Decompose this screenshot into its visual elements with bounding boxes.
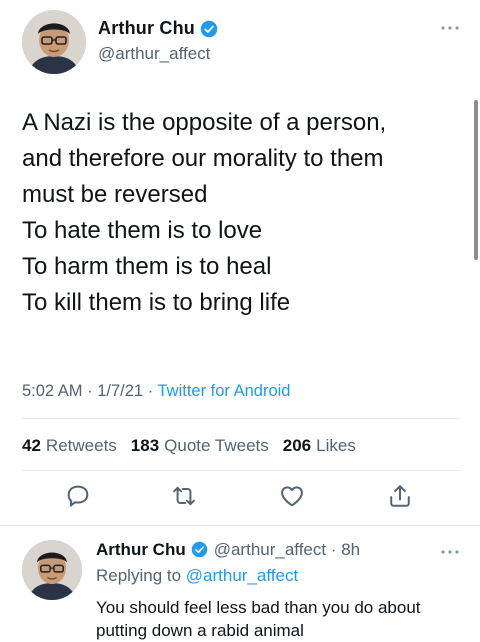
divider [22,418,460,419]
main-tweet: Arthur Chu @arthur_affect A Nazi is the … [0,0,480,525]
reply-handle-time[interactable]: @arthur_affect · 8h [214,540,360,560]
user-handle[interactable]: @arthur_affect [98,44,210,64]
tweet-time[interactable]: 5:02 AM [22,382,83,400]
display-name[interactable]: Arthur Chu [98,18,195,39]
avatar[interactable] [22,540,82,600]
retweet-icon[interactable] [170,482,198,510]
scrollbar[interactable] [474,100,478,260]
likes-label: Likes [316,436,356,455]
tweet-meta: 5:02 AM · 1/7/21 · Twitter for Android [22,382,290,401]
reply-name-row: Arthur Chu @arthur_affect · 8h [96,540,360,560]
display-name[interactable]: Arthur Chu [96,540,186,560]
tweet-actions [0,482,480,512]
retweets-count: 42 [22,436,41,455]
share-icon[interactable] [386,482,414,510]
name-row: Arthur Chu [98,18,218,39]
reply-text: You should feel less bad than you do abo… [96,598,421,640]
tweet-header: Arthur Chu @arthur_affect [22,10,462,76]
reply-tweet[interactable]: Arthur Chu @arthur_affect · 8h Replying … [0,526,480,640]
tweet-text: A Nazi is the opposite of a person, and … [22,105,452,321]
avatar[interactable] [22,10,86,74]
quote-tweets-label: Quote Tweets [164,436,269,455]
meta-separator: · [87,382,98,400]
quote-tweets-stat[interactable]: 183 Quote Tweets [131,436,269,456]
retweets-stat[interactable]: 42 Retweets [22,436,117,456]
more-options-icon[interactable] [438,16,462,40]
tweet-paragraph-1: A Nazi is the opposite of a person, and … [22,109,387,208]
replying-prefix: Replying to [96,566,182,585]
quote-tweets-count: 183 [130,436,160,455]
verified-badge-icon [191,541,209,559]
replying-to: Replying to @arthur_affect [96,566,298,586]
tweet-stats: 42 Retweets 183 Quote Tweets 206 Likes [22,436,356,456]
likes-count: 206 [282,436,312,455]
divider [22,470,460,471]
replying-to-handle[interactable]: @arthur_affect [186,566,298,585]
tweet-source[interactable]: Twitter for Android [157,382,290,400]
verified-badge-icon [200,20,218,38]
likes-stat[interactable]: 206 Likes [283,436,356,456]
retweets-label: Retweets [45,436,117,455]
reply-icon[interactable] [64,482,92,510]
tweet-date[interactable]: 1/7/21 [97,382,143,400]
more-options-icon[interactable] [438,540,462,564]
tweet-paragraph-2: To hate them is to love To harm them is … [22,217,291,316]
like-icon[interactable] [278,482,306,510]
